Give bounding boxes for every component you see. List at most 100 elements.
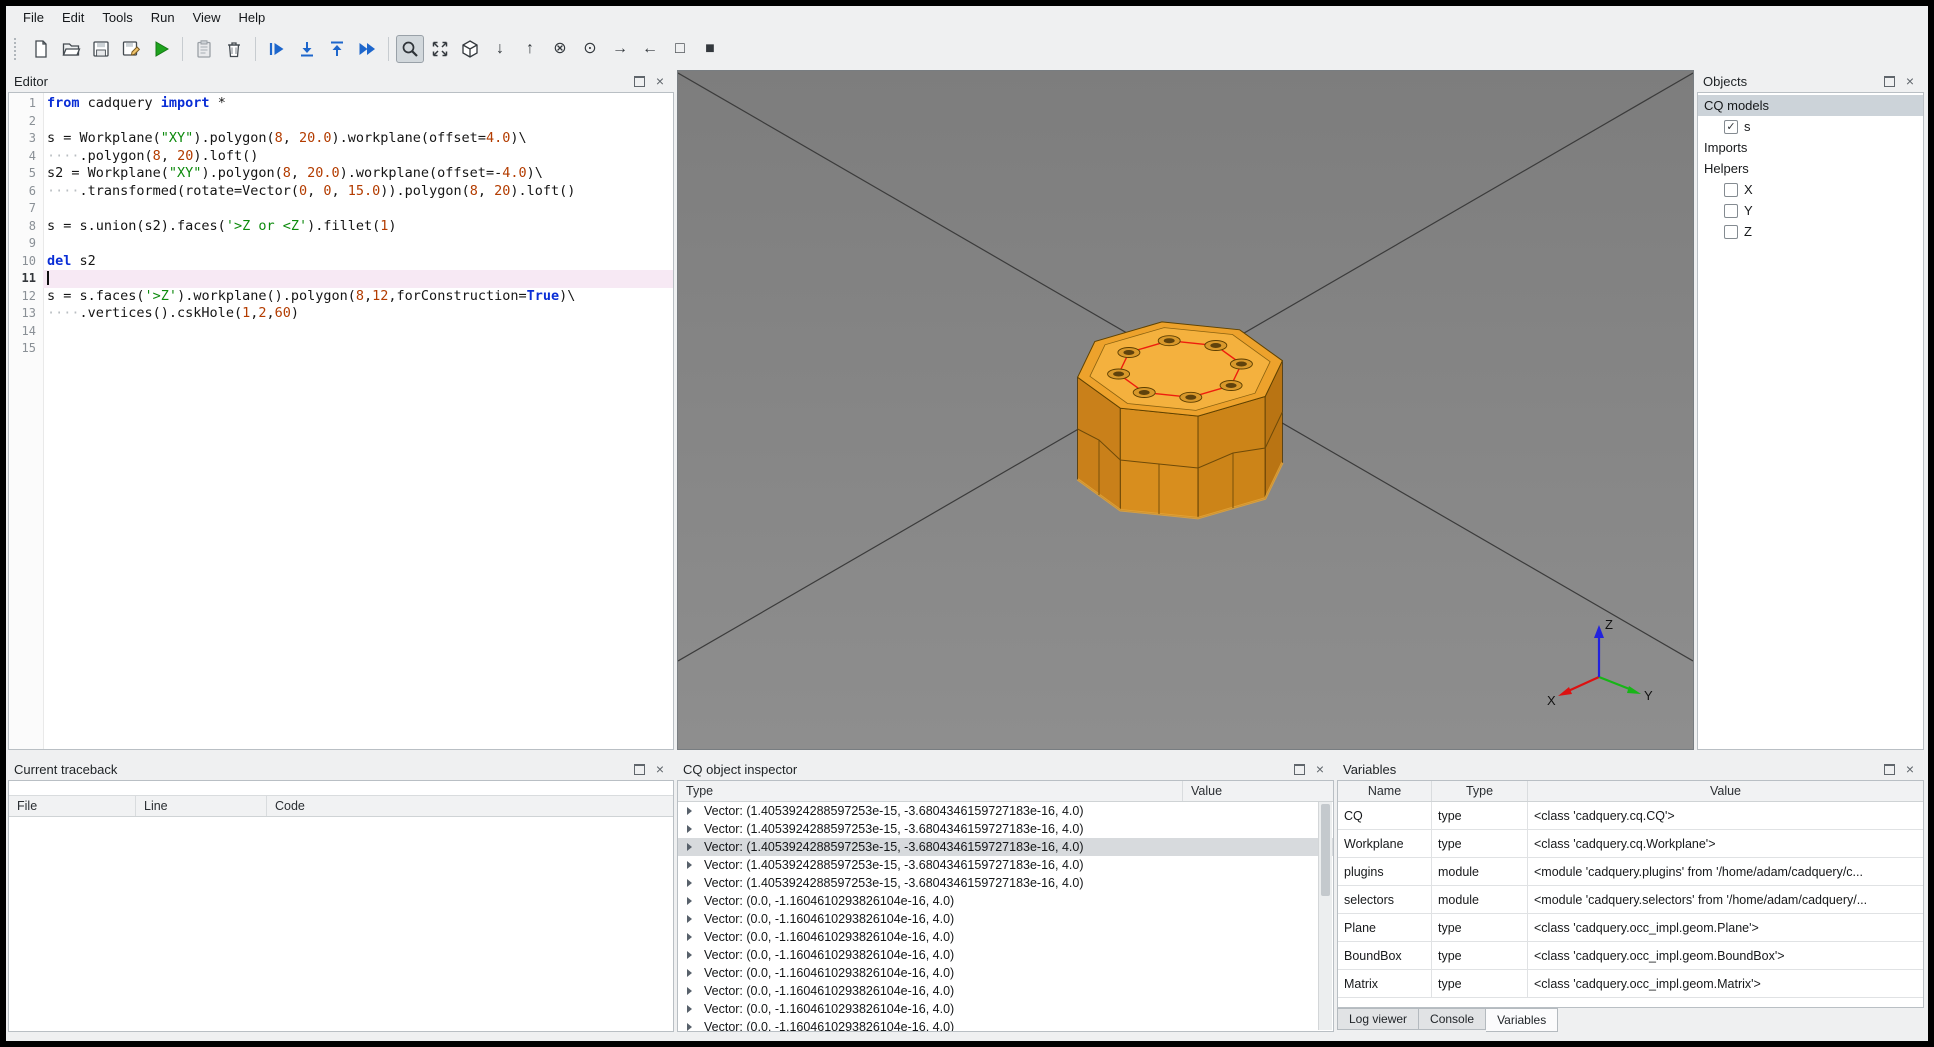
view-right-button[interactable]: → (606, 35, 634, 63)
view-bottom-button[interactable]: ↓ (486, 35, 514, 63)
menu-view[interactable]: View (184, 6, 230, 30)
close-panel-icon[interactable]: × (652, 762, 668, 777)
new-file-button[interactable] (27, 35, 55, 63)
expander-icon[interactable] (687, 1005, 697, 1013)
tree-item-y[interactable]: Y (1698, 200, 1923, 221)
view-back-button[interactable]: ⊙ (576, 35, 604, 63)
float-panel-icon[interactable] (1881, 762, 1897, 777)
variable-row-boundbox[interactable]: BoundBox type <class 'cadquery.occ_impl.ge… (1338, 942, 1923, 970)
step-return-button[interactable] (323, 35, 351, 63)
expander-icon[interactable] (687, 951, 697, 959)
expander-icon[interactable] (687, 843, 697, 851)
float-panel-icon[interactable] (631, 74, 647, 89)
inspector-scrollbar[interactable] (1318, 802, 1332, 1030)
variable-row-matrix[interactable]: Matrix type <class 'cadquery.occ_impl.geom… (1338, 970, 1923, 998)
expander-icon[interactable] (687, 987, 697, 995)
variable-row-selectors[interactable]: selectors module <module 'cadquery.selecto… (1338, 886, 1923, 914)
open-file-button[interactable] (57, 35, 85, 63)
line-number: 9 (28, 236, 36, 250)
expander-icon[interactable] (687, 879, 697, 887)
inspector-row[interactable]: Vector: (1.4053924288597253e-15, -3.6804… (678, 802, 1333, 820)
variable-row-workplane[interactable]: Workplane type <class 'cadquery.cq.Workpla… (1338, 830, 1923, 858)
inspector-row[interactable]: Vector: (1.4053924288597253e-15, -3.6804… (678, 856, 1333, 874)
menu-tools[interactable]: Tools (93, 6, 141, 30)
shaded-button[interactable]: ■ (696, 35, 724, 63)
wireframe-button[interactable]: □ (666, 35, 694, 63)
inspector-table: Type Value Vector: (1.4053924288597253e-… (677, 780, 1334, 1032)
menu-run[interactable]: Run (142, 6, 184, 30)
menu-edit[interactable]: Edit (53, 6, 93, 30)
expander-icon[interactable] (687, 897, 697, 905)
run-button[interactable] (147, 35, 175, 63)
expander-icon[interactable] (687, 933, 697, 941)
menu-file[interactable]: File (14, 6, 53, 30)
code-editor[interactable]: 1 from cadquery import * 2 3 s = Workplane("… (8, 92, 674, 750)
line-number: 11 (21, 271, 36, 285)
expander-icon[interactable] (687, 969, 697, 977)
inspector-row[interactable]: Vector: (1.4053924288597253e-15, -3.6804… (678, 838, 1333, 856)
variables-table: Name Type Value CQ type <class 'cadquery.c… (1337, 780, 1924, 1008)
step-button[interactable] (263, 35, 291, 63)
checkbox-s[interactable]: ✓ (1724, 119, 1738, 134)
delete-button[interactable] (220, 35, 248, 63)
tree-item-z[interactable]: Z (1698, 221, 1923, 242)
inspector-row[interactable]: Vector: (1.4053924288597253e-15, -3.6804… (678, 820, 1333, 838)
save-button[interactable] (87, 35, 115, 63)
inspector-row[interactable]: Vector: (0.0, -1.1604610293826104e-16, 4… (678, 982, 1333, 1000)
checkbox-y[interactable] (1724, 203, 1738, 218)
tree-item-s[interactable]: ✓ s (1698, 116, 1923, 137)
cad-model[interactable] (1076, 321, 1284, 520)
tab-console[interactable]: Console (1419, 1008, 1487, 1030)
expander-icon[interactable] (687, 915, 697, 923)
variable-row-plugins[interactable]: plugins module <module 'cadquery.plugins' … (1338, 858, 1923, 886)
zoom-toggle-button[interactable] (396, 35, 424, 63)
close-panel-icon[interactable]: × (652, 74, 668, 89)
expander-icon[interactable] (687, 1023, 697, 1031)
close-panel-icon[interactable]: × (1312, 762, 1328, 777)
view-left-button[interactable]: ← (636, 35, 664, 63)
debug-button[interactable] (190, 35, 218, 63)
continue-button[interactable] (353, 35, 381, 63)
view-top-button[interactable]: ↑ (516, 35, 544, 63)
scrollbar-thumb[interactable] (1321, 804, 1330, 896)
checkbox-x[interactable] (1724, 182, 1738, 197)
inspector-row[interactable]: Vector: (0.0, -1.1604610293826104e-16, 4… (678, 946, 1333, 964)
variable-row-plane[interactable]: Plane type <class 'cadquery.occ_impl.geom.… (1338, 914, 1923, 942)
fit-view-button[interactable] (426, 35, 454, 63)
tree-item-imports[interactable]: Imports (1698, 137, 1923, 158)
toolbar-drag-handle[interactable] (14, 38, 21, 60)
code-line-12: 12 s = s.faces('>Z').workplane().polygon(… (9, 288, 673, 306)
expander-icon[interactable] (687, 825, 697, 833)
inspector-row[interactable]: Vector: (0.0, -1.1604610293826104e-16, 4… (678, 1000, 1333, 1018)
variable-type: type (1432, 914, 1528, 942)
inspector-row[interactable]: Vector: (0.0, -1.1604610293826104e-16, 4… (678, 892, 1333, 910)
iso-view-button[interactable] (456, 35, 484, 63)
tree-item-label: Z (1744, 224, 1752, 239)
expander-icon[interactable] (687, 807, 697, 815)
tab-log-viewer[interactable]: Log viewer (1337, 1008, 1420, 1030)
inspector-row-text: Vector: (0.0, -1.1604610293826104e-16, 4… (704, 948, 955, 962)
inspector-row[interactable]: Vector: (1.4053924288597253e-15, -3.6804… (678, 874, 1333, 892)
float-panel-icon[interactable] (1291, 762, 1307, 777)
tab-variables[interactable]: Variables (1486, 1008, 1559, 1032)
tree-item-cq-models[interactable]: CQ models (1698, 95, 1923, 116)
step-into-button[interactable] (293, 35, 321, 63)
float-panel-icon[interactable] (631, 762, 647, 777)
inspector-row[interactable]: Vector: (0.0, -1.1604610293826104e-16, 4… (678, 928, 1333, 946)
inspector-row[interactable]: Vector: (0.0, -1.1604610293826104e-16, 4… (678, 964, 1333, 982)
menu-help[interactable]: Help (230, 6, 275, 30)
inspector-row[interactable]: Vector: (0.0, -1.1604610293826104e-16, 4… (678, 1018, 1333, 1031)
close-panel-icon[interactable]: × (1902, 762, 1918, 777)
variables-col-type: Type (1432, 781, 1528, 801)
tree-item-x[interactable]: X (1698, 179, 1923, 200)
inspector-row[interactable]: Vector: (0.0, -1.1604610293826104e-16, 4… (678, 910, 1333, 928)
float-panel-icon[interactable] (1881, 74, 1897, 89)
viewport-3d[interactable]: X Y Z (677, 70, 1694, 750)
save-as-button[interactable] (117, 35, 145, 63)
tree-item-helpers[interactable]: Helpers (1698, 158, 1923, 179)
checkbox-z[interactable] (1724, 224, 1738, 239)
view-front-button[interactable]: ⊗ (546, 35, 574, 63)
close-panel-icon[interactable]: × (1902, 74, 1918, 89)
expander-icon[interactable] (687, 861, 697, 869)
variable-row-cq[interactable]: CQ type <class 'cadquery.cq.CQ'> (1338, 802, 1923, 830)
